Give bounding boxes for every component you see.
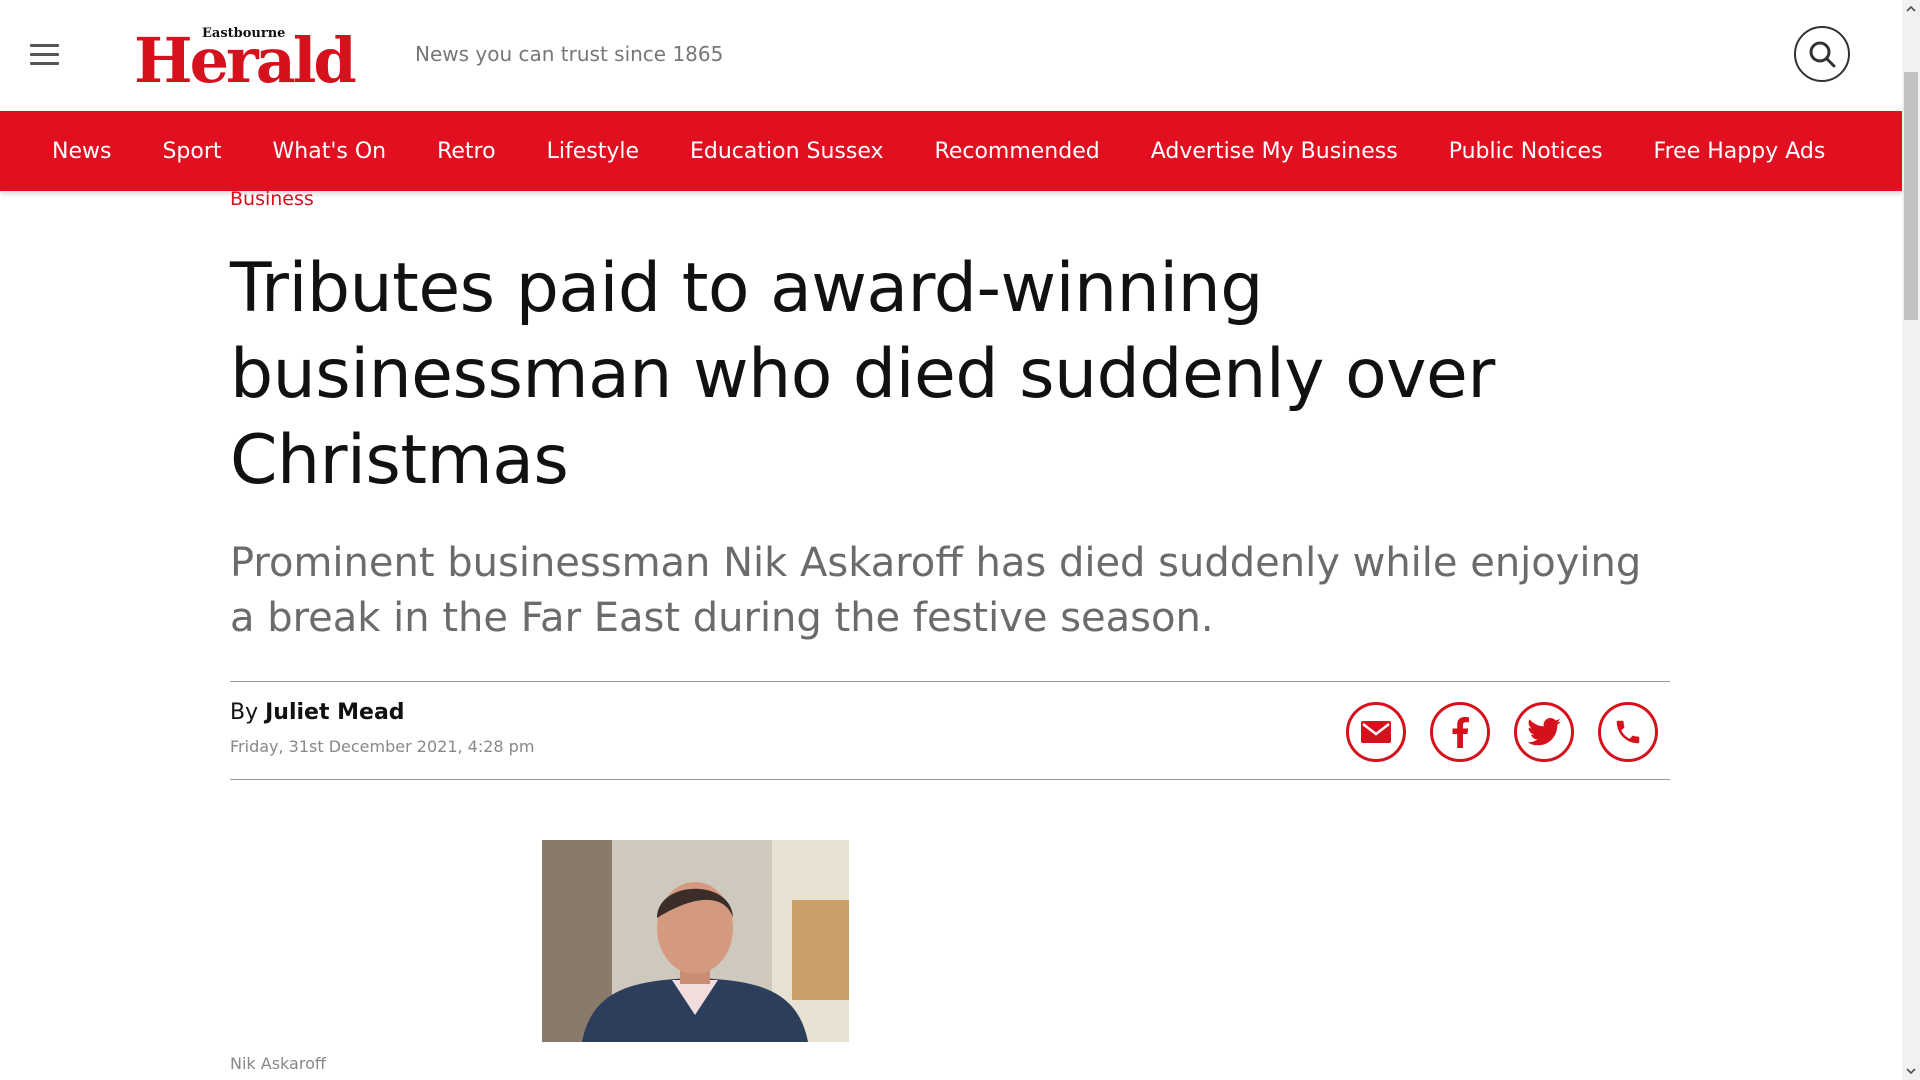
article-headline: Tributes paid to award-winning businessm… — [230, 249, 1495, 500]
article-category-link[interactable]: Business — [230, 188, 314, 210]
nav-item-news[interactable]: News — [52, 139, 111, 164]
vertical-scrollbar[interactable] — [1902, 0, 1920, 1080]
nav-item-free-happy-ads[interactable]: Free Happy Ads — [1654, 139, 1826, 164]
whatsapp-icon — [1616, 720, 1640, 744]
nav-item-education-sussex[interactable]: Education Sussex — [690, 139, 884, 164]
scrollbar-thumb[interactable] — [1904, 72, 1918, 320]
byline-prefix: By — [230, 700, 259, 725]
site-logo[interactable]: Eastbourne Herald — [134, 24, 357, 97]
author-name[interactable]: Juliet Mead — [265, 700, 404, 725]
article-standfirst: Prominent businessman Nik Askaroff has d… — [230, 540, 1642, 641]
photo-caption: Nik Askaroff — [230, 1054, 326, 1073]
scroll-up-arrow-icon[interactable] — [1902, 0, 1920, 18]
site-tagline: News you can trust since 1865 — [415, 42, 724, 66]
nav-item-lifestyle[interactable]: Lifestyle — [547, 139, 639, 164]
nav-item-retro[interactable]: Retro — [437, 139, 495, 164]
main-nav: News Sport What's On Retro Lifestyle Edu… — [0, 111, 1902, 191]
nav-item-advertise-my-business[interactable]: Advertise My Business — [1151, 139, 1398, 164]
scroll-down-arrow-icon[interactable] — [1902, 1062, 1920, 1080]
share-whatsapp-button[interactable] — [1598, 702, 1658, 762]
nav-item-public-notices[interactable]: Public Notices — [1449, 139, 1603, 164]
logo-big-text: Herald — [134, 24, 357, 97]
twitter-icon — [1527, 718, 1561, 746]
page: Eastbourne Herald News you can trust sin… — [0, 0, 1902, 1080]
facebook-icon — [1452, 717, 1469, 748]
divider-bottom — [230, 779, 1670, 780]
divider-top — [230, 681, 1670, 682]
article-photo[interactable] — [542, 840, 849, 1042]
search-icon — [1809, 41, 1836, 68]
article-byline: By Juliet Mead — [230, 700, 405, 725]
share-twitter-button[interactable] — [1514, 702, 1574, 762]
nav-item-recommended[interactable]: Recommended — [935, 139, 1100, 164]
nav-item-whats-on[interactable]: What's On — [273, 139, 387, 164]
article-date: Friday, 31st December 2021, 4:28 pm — [230, 737, 535, 756]
share-email-button[interactable] — [1346, 702, 1406, 762]
email-icon — [1361, 721, 1391, 743]
portrait-image — [542, 840, 849, 1042]
site-header: Eastbourne Herald News you can trust sin… — [0, 0, 1902, 110]
share-facebook-button[interactable] — [1430, 702, 1490, 762]
search-button[interactable] — [1794, 26, 1850, 82]
nav-item-sport[interactable]: Sport — [162, 139, 221, 164]
hamburger-menu-icon[interactable] — [30, 44, 59, 66]
